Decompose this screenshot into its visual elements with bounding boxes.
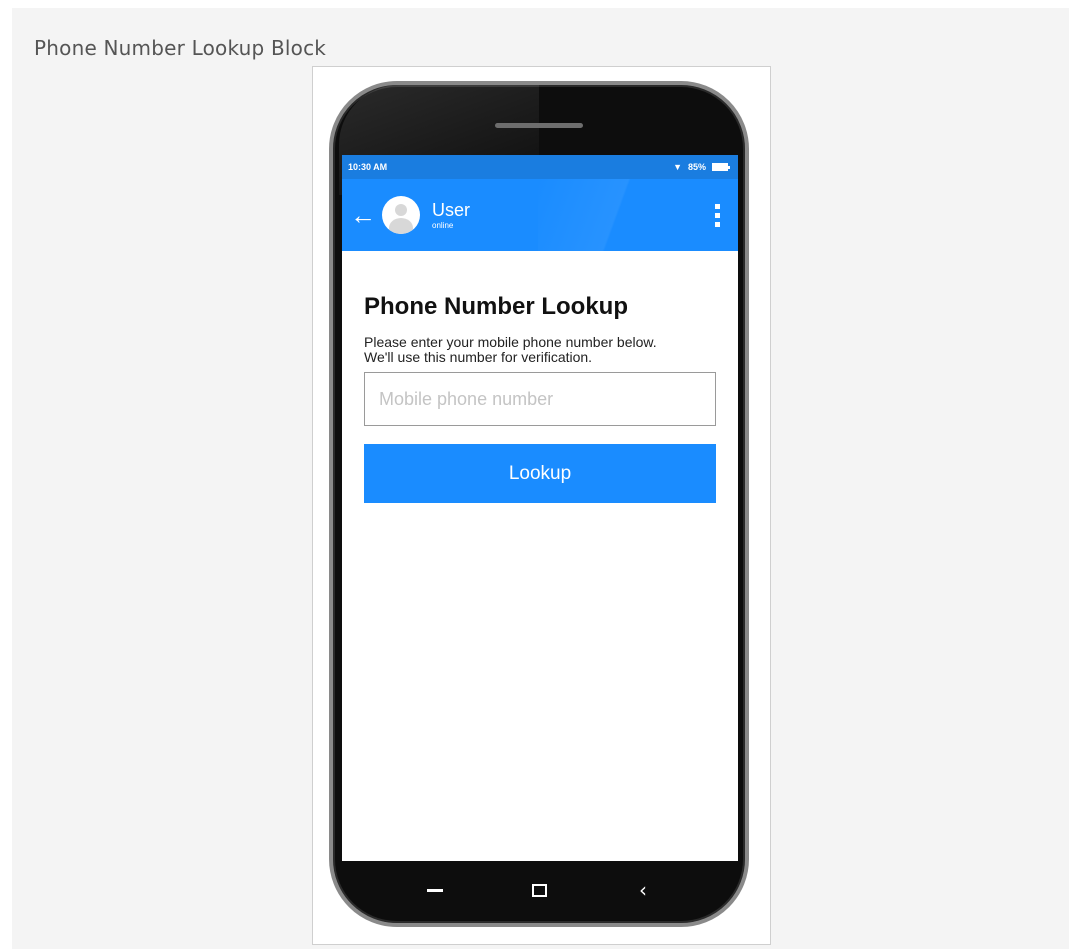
instructions-line-2: We'll use this number for verification. (364, 349, 593, 365)
home-button[interactable] (519, 870, 559, 910)
android-nav-bar: ‹ (333, 857, 745, 923)
figure-caption: Phone Number Lookup Block (34, 36, 327, 60)
battery-percent: 85% (687, 162, 706, 172)
wifi-icon: ▼ (673, 162, 682, 172)
status-indicators: ▼ 85% (673, 162, 730, 172)
recent-apps-button[interactable] (415, 870, 455, 910)
instructions: Please enter your mobile phone number be… (364, 335, 716, 365)
phone-screen: 10:30 AM ▼ 85% ← User online Phone Numbe… (342, 155, 738, 861)
page-title: Phone Number Lookup (364, 293, 628, 320)
speaker-grille (495, 123, 583, 128)
square-icon (531, 883, 547, 897)
instructions-line-1: Please enter your mobile phone number be… (364, 334, 657, 350)
chevron-left-icon: ‹ (639, 878, 647, 902)
user-name: User (432, 199, 471, 220)
status-bar: 10:30 AM ▼ 85% (342, 155, 738, 179)
lookup-button[interactable]: Lookup (364, 444, 716, 503)
status-time: 10:30 AM (348, 162, 388, 172)
battery-icon (712, 163, 730, 171)
user-status: online (432, 220, 454, 230)
mobile-phone-input[interactable] (364, 372, 716, 426)
arrow-left-icon[interactable]: ← (350, 202, 376, 228)
phone-device: 10:30 AM ▼ 85% ← User online Phone Numbe… (329, 81, 749, 927)
minus-icon (427, 888, 443, 892)
figure-panel: Phone Number Lookup Block 10:30 AM ▼ 85%… (12, 8, 1069, 949)
back-button[interactable]: ‹ (623, 870, 663, 910)
lookup-content: Phone Number Lookup Please enter your mo… (342, 251, 738, 503)
app-bar: ← User online (342, 179, 738, 251)
user-avatar-icon[interactable] (382, 196, 420, 234)
user-info[interactable]: User online (432, 201, 470, 230)
phone-frame: 10:30 AM ▼ 85% ← User online Phone Numbe… (312, 66, 771, 945)
